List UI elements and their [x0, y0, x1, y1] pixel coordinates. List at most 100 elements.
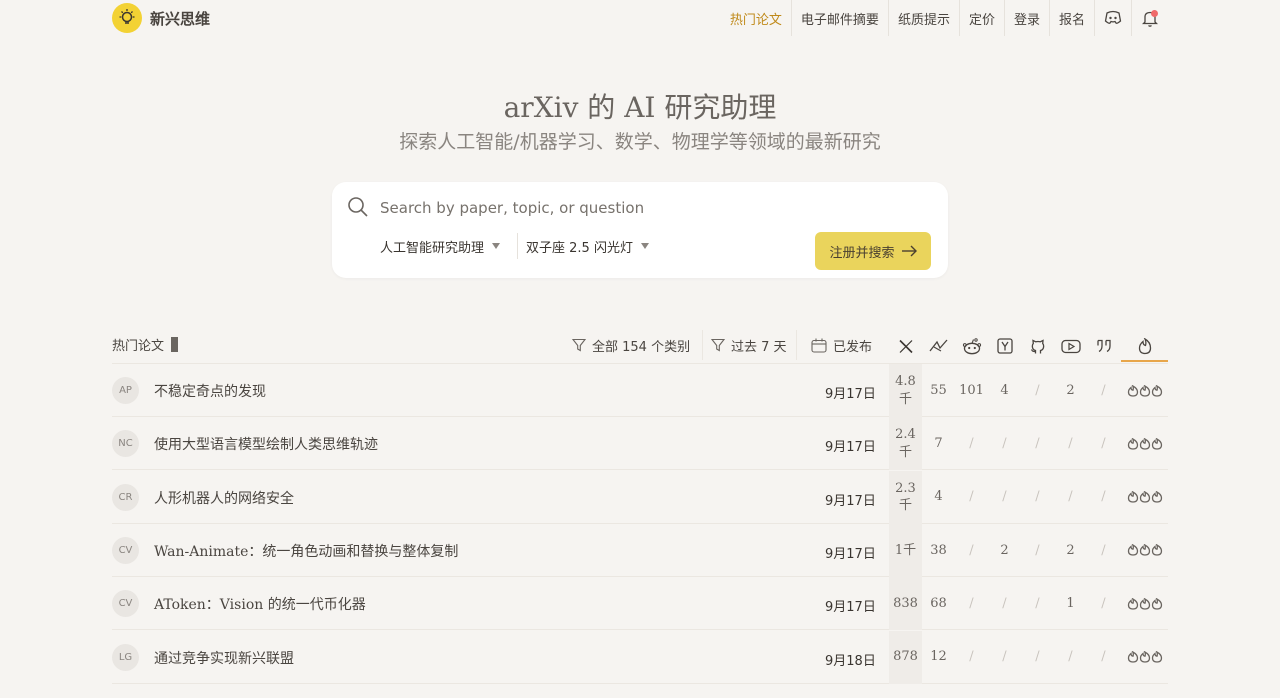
category-filter[interactable]: 全部 154 个类别	[572, 330, 690, 360]
calendar-icon	[811, 338, 827, 353]
category-badge[interactable]: CR	[112, 483, 139, 511]
hot-rating[interactable]	[1121, 631, 1168, 684]
nav-paper-prompts[interactable]: 纸质提示	[887, 0, 959, 36]
stat-cell[interactable]: 838	[889, 577, 922, 631]
youtube-icon[interactable]	[1054, 334, 1087, 358]
time-filter[interactable]: 过去 7 天	[702, 330, 787, 360]
stat-cell: /	[969, 436, 974, 452]
category-filter-label: 全部 154 个类别	[592, 339, 691, 355]
stat-cell[interactable]: 2.3 千	[889, 470, 922, 524]
category-badge[interactable]: CV	[112, 536, 139, 564]
stat-cell[interactable]: 101	[955, 364, 988, 417]
category-badge[interactable]: AP	[112, 377, 139, 404]
stat-cell[interactable]: 2	[1054, 364, 1087, 417]
time-filter-label: 过去 7 天	[731, 339, 787, 355]
nav-pricing[interactable]: 定价	[958, 0, 1004, 36]
stat-cell[interactable]: 12	[922, 631, 955, 684]
stat-cell[interactable]: 1千	[889, 523, 922, 577]
nav-email-digest[interactable]: 电子邮件摘要	[790, 0, 888, 36]
nav-hot-papers[interactable]: 热门论文	[721, 0, 791, 36]
published-filter[interactable]: 已发布	[796, 330, 872, 360]
model-select-value: 双子座 2.5 闪光灯	[526, 240, 633, 256]
stat-cell: /	[1002, 436, 1007, 452]
stat-cell[interactable]: 1	[1054, 577, 1087, 630]
search-input[interactable]	[380, 194, 920, 222]
category-badge[interactable]: CV	[112, 590, 139, 618]
papers-table-header: 热门论文 全部 154 个类别 过去 7 天 已发布	[112, 328, 1168, 364]
stat-cell[interactable]: 4	[988, 364, 1021, 417]
hot-rating[interactable]	[1121, 417, 1168, 470]
paper-title-link[interactable]: 不稳定奇点的发现	[154, 381, 266, 401]
table-row[interactable]: CV AToken：Vision 的统一代币化器 9月17日 838 68 / / / 1 /	[112, 577, 1168, 631]
stat-cell: /	[1101, 382, 1106, 398]
stat-cell: /	[1101, 436, 1106, 452]
stat-cell[interactable]: 55	[922, 364, 955, 417]
stat-cell[interactable]: 878	[889, 630, 922, 684]
discord-icon[interactable]	[1094, 0, 1131, 36]
table-row[interactable]: CV Wan-Animate：统一角色动画和替换与整体复制 9月17日 1千 38 / 2 /…	[112, 523, 1168, 577]
assistant-select-value: 人工智能研究助理	[380, 240, 485, 256]
stat-cell[interactable]: 38	[922, 524, 955, 577]
filter-icon	[572, 338, 586, 352]
category-badge[interactable]: NC	[112, 430, 139, 458]
published-filter-label: 已发布	[833, 339, 873, 355]
hackernews-icon[interactable]	[988, 334, 1021, 358]
hot-rating[interactable]	[1121, 577, 1168, 630]
signup-search-button[interactable]: 注册并搜索	[815, 232, 931, 270]
signup-search-label: 注册并搜索	[829, 245, 895, 261]
table-row[interactable]: AP 不稳定奇点的发现 9月17日 4.8 千 55 101 4 / 2 /	[112, 364, 1168, 417]
stat-cell: /	[1035, 542, 1040, 558]
stat-cell[interactable]: 2.4 千	[889, 417, 922, 471]
table-row[interactable]: NC 使用大型语言模型绘制人类思维轨迹 9月17日 2.4 千 7 / / / / /	[112, 417, 1168, 471]
github-icon[interactable]	[1021, 334, 1054, 358]
hot-rating[interactable]	[1121, 524, 1168, 577]
stat-cell[interactable]: 7	[922, 417, 955, 470]
quote-icon[interactable]	[1087, 334, 1120, 358]
assistant-select[interactable]: 人工智能研究助理	[380, 233, 501, 259]
model-select[interactable]: 双子座 2.5 闪光灯	[517, 233, 649, 259]
brand-logo[interactable]: 新兴思维	[112, 3, 210, 33]
paper-title-link[interactable]: 通过竞争实现新兴联盟	[154, 648, 294, 668]
category-badge[interactable]: LG	[112, 643, 139, 671]
flame-rating-icon	[1127, 437, 1162, 450]
paper-title-link[interactable]: Wan-Animate：统一角色动画和替换与整体复制	[154, 541, 458, 561]
paper-title-link[interactable]: 人形机器人的网络安全	[154, 488, 294, 508]
paper-date: 9月18日	[825, 653, 876, 669]
stat-cell[interactable]: 4.8 千	[889, 364, 922, 417]
flame-rating-icon	[1127, 384, 1162, 397]
nav-login[interactable]: 登录	[1003, 0, 1049, 36]
stat-cell: /	[1068, 436, 1073, 452]
table-row[interactable]: LG 通过竞争实现新兴联盟 9月18日 878 12 / / / / /	[112, 630, 1168, 684]
flame-rating-icon	[1127, 491, 1162, 503]
stat-cell[interactable]: 2	[1054, 524, 1087, 577]
paper-date: 9月17日	[825, 387, 876, 402]
stat-cell[interactable]: 2	[988, 524, 1021, 577]
hot-rating[interactable]	[1121, 471, 1168, 524]
notification-dot	[1151, 10, 1158, 17]
paper-title-link[interactable]: 使用大型语言模型绘制人类思维轨迹	[154, 434, 378, 454]
stat-cell[interactable]: 68	[922, 577, 955, 630]
chevron-down-icon	[492, 243, 501, 249]
top-nav: 热门论文 电子邮件摘要 纸质提示 定价 登录 报名	[721, 0, 1168, 36]
table-row[interactable]: CR 人形机器人的网络安全 9月17日 2.3 千 4 / / / / /	[112, 470, 1168, 524]
alphaxiv-icon[interactable]	[922, 334, 955, 358]
stat-cell: /	[1002, 489, 1007, 505]
paper-title-link[interactable]: AToken：Vision 的统一代币化器	[154, 594, 366, 614]
hot-icon[interactable]	[1121, 332, 1168, 362]
hot-rating[interactable]	[1121, 364, 1168, 417]
section-title-text: 热门论文	[112, 339, 165, 354]
stat-cell[interactable]: 4	[922, 471, 955, 524]
arrow-right-icon	[901, 245, 917, 257]
notification-bell-icon[interactable]	[1131, 0, 1168, 36]
stat-cell: /	[1101, 489, 1106, 505]
nav-signup[interactable]: 报名	[1048, 0, 1094, 36]
filter-icon	[711, 338, 725, 352]
search-panel: 人工智能研究助理 双子座 2.5 闪光灯 注册并搜索	[332, 182, 948, 278]
stat-cell: /	[1101, 649, 1106, 665]
flame-rating-icon	[1127, 651, 1162, 663]
search-icon	[347, 196, 369, 222]
stat-cell: /	[969, 595, 974, 611]
stat-cell: /	[969, 489, 974, 505]
x-icon[interactable]	[889, 334, 922, 358]
reddit-icon[interactable]	[955, 334, 988, 358]
